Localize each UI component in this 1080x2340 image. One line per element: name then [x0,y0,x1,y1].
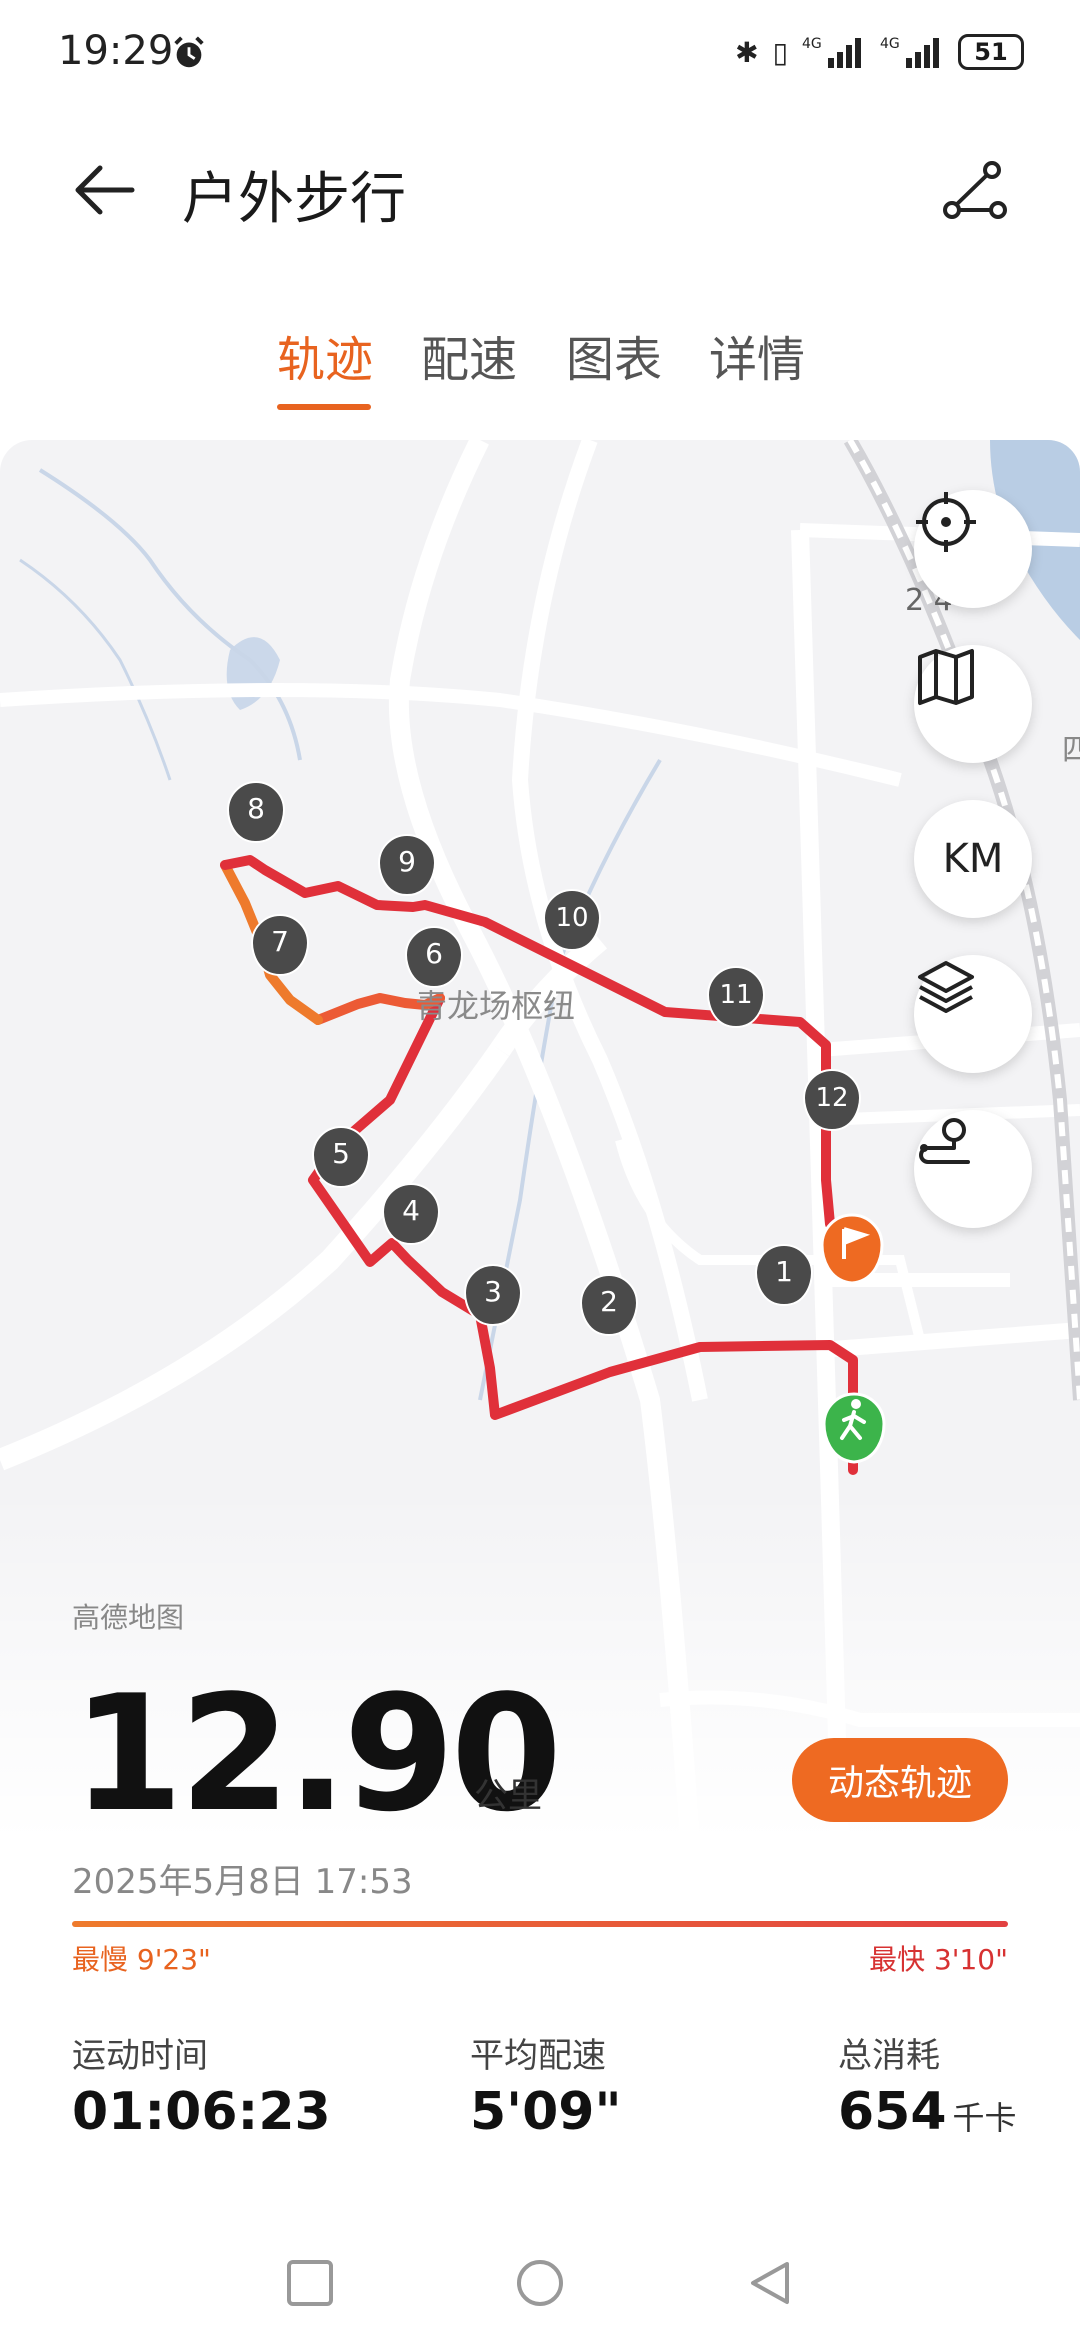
km-marker-label: 6 [425,937,443,970]
network-type-1: 4G [802,36,822,52]
calories-number: 654 [838,2082,947,2142]
tab-details[interactable]: 详情 [709,320,805,390]
km-marker[interactable]: 3 [463,1264,523,1327]
network-type-2: 4G [880,36,900,52]
duration-number: 01:06:23 [72,2082,331,2142]
km-marker[interactable]: 11 [706,966,766,1029]
km-marker-label: 11 [719,980,752,1010]
km-marker-label: 7 [271,925,289,958]
header: 户外步行 [0,130,1080,250]
km-marker[interactable]: 4 [381,1183,441,1246]
workout-datetime: 2025年5月8日 17:53 [72,1862,413,1902]
tab-track[interactable]: 轨迹 [277,320,373,390]
duration-label: 运动时间 [72,2036,208,2076]
system-nav-bar [0,2240,1080,2340]
signal-icon-2: 4G [880,36,939,68]
route-overview-button[interactable] [914,1110,1032,1228]
avg-pace-value: 5'09" [470,2082,622,2142]
tab-chart[interactable]: 图表 [566,320,662,390]
tab-bar: 轨迹 配速 图表 详情 [0,320,1080,410]
recents-icon[interactable] [285,2258,335,2308]
avg-pace-number: 5'09" [470,2082,622,2142]
km-marker[interactable]: 7 [250,914,310,977]
status-time: 19:29 [58,28,174,74]
home-icon[interactable] [515,2258,565,2308]
km-marker[interactable]: 8 [226,781,286,844]
avg-pace-label: 平均配速 [470,2036,606,2076]
signal-icon-1: 4G [802,36,861,68]
page-title: 户外步行 [182,167,406,232]
layers-icon [918,961,974,1013]
slowest-pace: 最慢 9'23" [72,1943,211,1976]
bluetooth-icon: ✱ [735,35,759,69]
km-toggle-label: KM [942,836,1004,882]
km-marker-label: 10 [555,903,588,933]
map-edge-label: 四 [1062,733,1080,768]
dynamic-track-button[interactable]: 动态轨迹 [792,1738,1008,1822]
km-marker-label: 9 [398,845,416,878]
km-marker-label: 1 [775,1255,793,1288]
map-attribution: 高德地图 [72,1601,185,1634]
alarm-icon [174,36,204,68]
km-marker-label: 2 [600,1285,618,1318]
km-marker[interactable]: 5 [311,1126,371,1189]
active-tab-indicator [277,404,371,410]
km-marker-label: 5 [332,1137,350,1170]
km-marker-label: 3 [484,1275,502,1308]
km-marker[interactable]: 6 [404,926,464,989]
tab-pace[interactable]: 配速 [421,320,517,390]
back-nav-icon[interactable] [745,2258,795,2308]
km-marker-label: 12 [815,1083,848,1113]
status-bar: 19:29 ✱ ▯ 4G 4G 51 [0,0,1080,110]
km-marker[interactable]: 9 [377,834,437,897]
locate-button[interactable] [914,490,1032,608]
layers-button[interactable] [914,955,1032,1073]
calories-value: 654 千卡 [838,2082,1017,2142]
km-marker-label: 4 [402,1194,420,1227]
pace-gradient-bar [72,1921,1008,1927]
km-marker[interactable]: 10 [542,889,602,952]
distance-unit: 公里 [474,1776,542,1816]
start-walker-icon[interactable] [822,1392,886,1464]
km-marker[interactable]: 1 [754,1244,814,1307]
crosshair-icon [916,492,976,552]
km-marker-label: 8 [247,792,265,825]
map-icon [918,649,974,705]
back-arrow-icon[interactable] [70,158,140,222]
duration-value: 01:06:23 [72,2082,331,2142]
place-label: 青龙场枢纽 [415,987,575,1025]
finish-flag-icon[interactable] [820,1213,884,1285]
route-pin-icon [919,1118,970,1164]
calories-label: 总消耗 [838,2036,940,2076]
km-marker-toggle[interactable]: KM [914,800,1032,918]
fastest-pace: 最快 3'10" [869,1943,1008,1976]
share-icon[interactable] [940,160,1010,224]
km-marker[interactable]: 2 [579,1274,639,1337]
battery-indicator: 51 [958,34,1024,70]
distance-value: 12.90 [72,1660,562,1847]
km-marker[interactable]: 12 [802,1069,862,1132]
calories-unit: 千卡 [952,2099,1017,2137]
vibrate-icon: ▯ [772,35,788,69]
map-type-button[interactable] [914,645,1032,763]
